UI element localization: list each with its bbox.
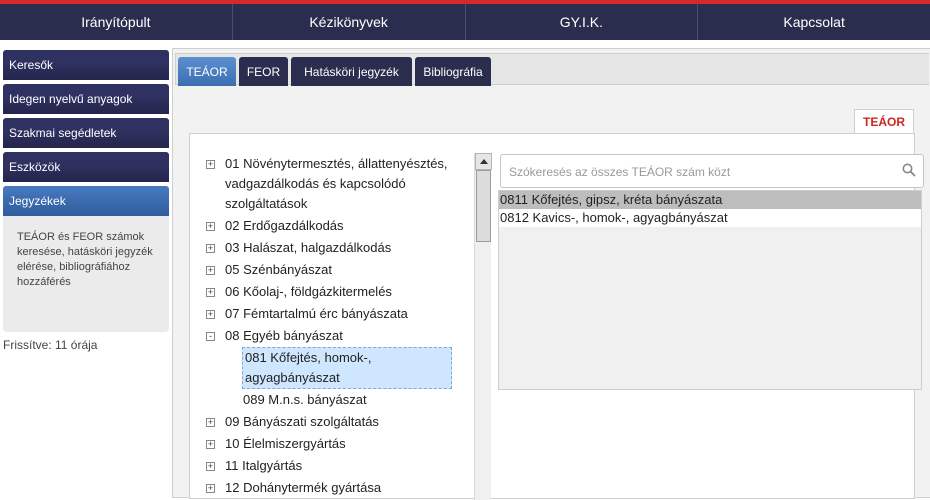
- tree-item-label[interactable]: 03 Halászat, halgazdálkodás: [225, 238, 455, 258]
- tree-item-label[interactable]: 02 Erdőgazdálkodás: [225, 216, 455, 236]
- sidebar-item-professional-aids[interactable]: Szakmai segédletek: [3, 118, 169, 148]
- tree-item-label[interactable]: 11 Italgyártás: [225, 456, 455, 476]
- tree-item-label[interactable]: 12 Dohánytermék gyártása: [225, 478, 455, 498]
- sidebar-item-tools[interactable]: Eszközök: [3, 152, 169, 182]
- sidebar-description: TEÁOR és FEOR számok keresése, hatásköri…: [3, 216, 169, 332]
- result-row[interactable]: 0812 Kavics-, homok-, agyagbányászat: [499, 209, 921, 227]
- expand-icon[interactable]: +: [206, 266, 215, 275]
- nav-contact[interactable]: Kapcsolat: [698, 4, 930, 40]
- tree-child[interactable]: 089 M.n.s. bányászat: [243, 390, 453, 410]
- tree-item-label[interactable]: 05 Szénbányászat: [225, 260, 455, 280]
- result-row-selected[interactable]: 0811 Kőfejtés, gipsz, kréta bányászata: [499, 191, 921, 209]
- tree-item-label[interactable]: 07 Fémtartalmú érc bányászata: [225, 304, 455, 324]
- tree-item-label[interactable]: 08 Egyéb bányászat: [225, 326, 455, 346]
- collapse-icon[interactable]: -: [206, 332, 215, 341]
- teaor-content: + 01 Növénytermesztés, állattenyésztés, …: [189, 133, 924, 500]
- tree-item-label[interactable]: 01 Növénytermesztés, állattenyésztés, va…: [225, 154, 455, 214]
- search-icon[interactable]: [901, 162, 917, 178]
- expand-icon[interactable]: +: [206, 222, 215, 231]
- top-navigation: Irányítópult Kézikönyvek GY.I.K. Kapcsol…: [0, 0, 930, 40]
- nav-faq[interactable]: GY.I.K.: [466, 4, 699, 40]
- tree-item-label[interactable]: 06 Kőolaj-, földgázkitermelés: [225, 282, 455, 302]
- expand-icon[interactable]: +: [206, 440, 215, 449]
- updated-status: Frissítve: 11 órája: [3, 338, 98, 352]
- tab-teaor[interactable]: TEÁOR: [178, 57, 236, 86]
- expand-icon[interactable]: +: [206, 310, 215, 319]
- sidebar-item-search-tools[interactable]: Keresők: [3, 50, 169, 80]
- teaor-search: [500, 154, 924, 188]
- tree-item-label[interactable]: 09 Bányászati szolgáltatás: [225, 412, 455, 432]
- tab-bibliography[interactable]: Bibliográfia: [415, 57, 491, 86]
- nav-manuals[interactable]: Kézikönyvek: [233, 4, 466, 40]
- sidebar: Keresők Idegen nyelvű anyagok Szakmai se…: [3, 50, 169, 352]
- tree-scrollbar[interactable]: [474, 153, 492, 500]
- expand-icon[interactable]: +: [206, 288, 215, 297]
- search-results: 0811 Kőfejtés, gipsz, kréta bányászata 0…: [498, 190, 922, 390]
- sidebar-item-foreign-materials[interactable]: Idegen nyelvű anyagok: [3, 84, 169, 114]
- tree-item-label[interactable]: 10 Élelmiszergyártás: [225, 434, 455, 454]
- tab-feor[interactable]: FEOR: [239, 57, 288, 86]
- scroll-up-icon[interactable]: [475, 153, 492, 170]
- search-input[interactable]: [509, 163, 889, 181]
- tab-bar: TEÁOR FEOR Hatásköri jegyzék Bibliográfi…: [175, 53, 929, 86]
- sidebar-item-lists[interactable]: Jegyzékek: [3, 186, 169, 216]
- tab-competence-list[interactable]: Hatásköri jegyzék: [291, 57, 412, 86]
- scroll-thumb[interactable]: [476, 170, 491, 242]
- content-tab-teaor[interactable]: TEÁOR: [854, 109, 914, 134]
- tree-child-selected[interactable]: 081 Kőfejtés, homok-, agyagbányászat: [242, 347, 452, 389]
- expand-icon[interactable]: +: [206, 160, 215, 169]
- nav-dashboard[interactable]: Irányítópult: [0, 4, 233, 40]
- expand-icon[interactable]: +: [206, 418, 215, 427]
- main-panel: TEÁOR FEOR Hatásköri jegyzék Bibliográfi…: [172, 48, 930, 500]
- expand-icon[interactable]: +: [206, 244, 215, 253]
- expand-icon[interactable]: +: [206, 484, 215, 493]
- teaor-tree: + 01 Növénytermesztés, állattenyésztés, …: [203, 150, 467, 500]
- expand-icon[interactable]: +: [206, 462, 215, 471]
